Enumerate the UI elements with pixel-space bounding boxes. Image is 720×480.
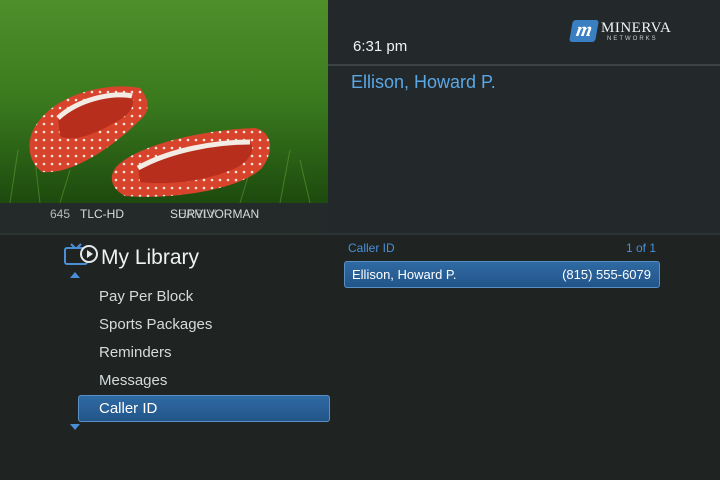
menu-item-reminders[interactable]: Reminders: [99, 344, 172, 361]
minerva-logo: m MINERVA NETWORKS: [569, 18, 672, 46]
logo-icon: m: [569, 19, 599, 42]
menu-item-caller-id[interactable]: Caller ID: [78, 395, 330, 422]
program-title-overlay: EARLY: [178, 207, 217, 221]
caller-row-name: Ellison, Howard P.: [352, 267, 457, 282]
menu-item-label: Caller ID: [99, 400, 158, 417]
selected-caller-name: Ellison, Howard P.: [351, 72, 496, 92]
live-video-preview: [0, 0, 328, 203]
video-frame-image: [0, 0, 328, 203]
clock: 6:31 pm: [353, 38, 408, 55]
menu-item-sports-packages[interactable]: Sports Packages: [99, 316, 212, 333]
header-divider: [328, 64, 720, 66]
scroll-down-arrow-icon[interactable]: [70, 424, 80, 430]
page-indicator: 1 of 1: [626, 241, 657, 255]
section-divider: [0, 233, 720, 235]
channel-info-bar: 645 TLC-HD SURVIVORMAN EARLY: [0, 203, 328, 233]
logo-name: MINERVA: [601, 20, 672, 36]
menu-item-pay-per-block[interactable]: Pay Per Block: [99, 288, 193, 305]
channel-name: TLC-HD: [80, 207, 124, 221]
channel-number: 645: [50, 207, 71, 221]
caller-row-phone: (815) 555-6079: [562, 267, 651, 282]
menu-title: My Library: [101, 246, 200, 269]
list-heading: Caller ID: [348, 241, 395, 255]
menu-item-messages[interactable]: Messages: [99, 372, 167, 389]
logo-subtitle: NETWORKS: [607, 36, 658, 42]
scroll-up-arrow-icon[interactable]: [70, 272, 80, 278]
tv-library-icon: [64, 243, 98, 265]
caller-row[interactable]: Ellison, Howard P. (815) 555-6079: [344, 261, 660, 288]
